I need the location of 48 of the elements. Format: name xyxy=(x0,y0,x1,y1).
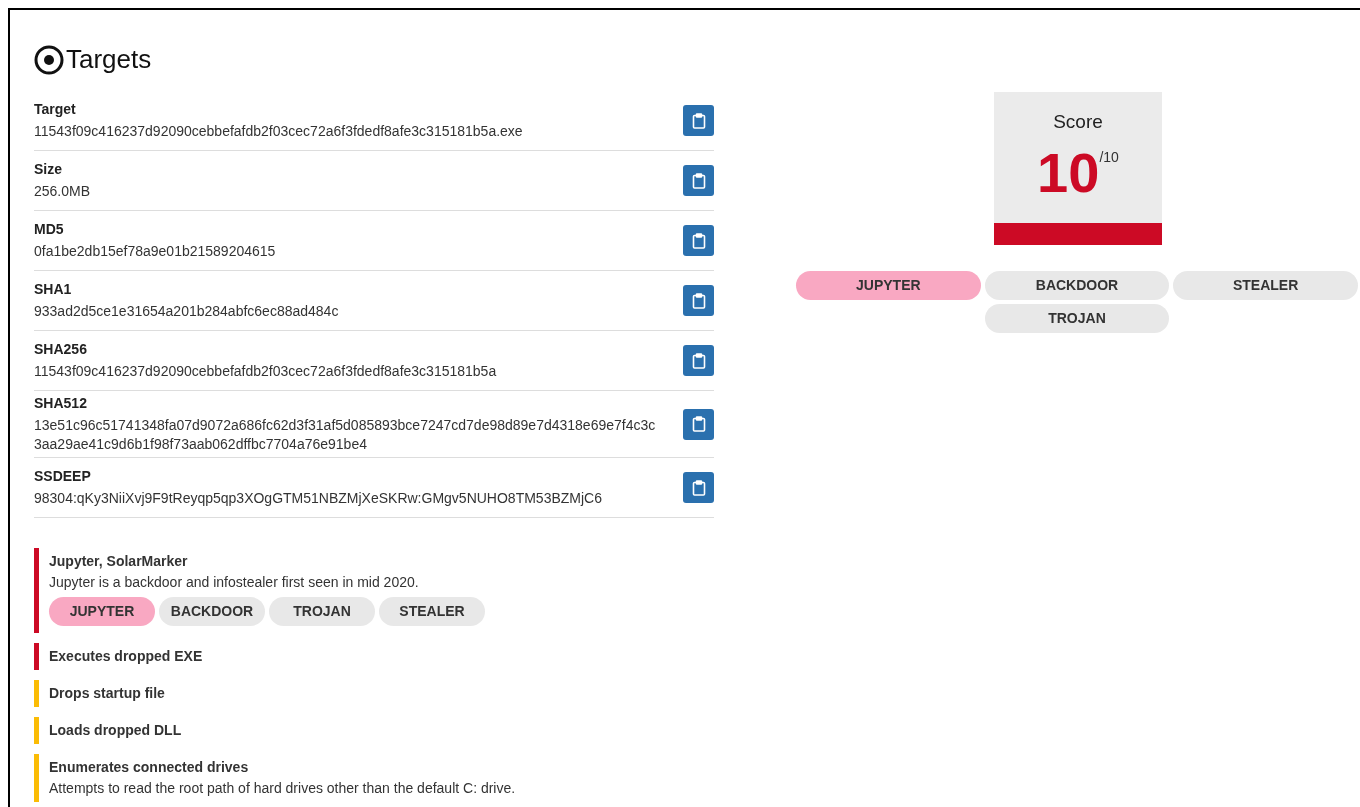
copy-button[interactable] xyxy=(683,408,714,440)
field-value: 933ad2d5ce1e31654a201b284abfc6ec88ad484c xyxy=(34,302,340,321)
clipboard-icon xyxy=(691,112,706,129)
field-label: MD5 xyxy=(34,220,65,239)
signature-title: Executes dropped EXE xyxy=(49,647,203,666)
clipboard-icon xyxy=(691,416,706,432)
field-value: 98304:qKy3NiiXvj9F9tReyqp5qp3XOgGTM51NBZMjXeSKRw:GMgv5NUHO8TM53BZMjC6 xyxy=(34,489,603,508)
signature-title: Loads dropped DLL xyxy=(49,721,182,740)
field-value: 13e51c96c51741348fa07d9072a686fc62d3f31af5d085893bce7247cd7de98d89e7d4318e69e7f4c3c3aa29ae41c9d6b1f98f73aab062dffbc7704a76e91be4 xyxy=(34,416,657,454)
copy-button[interactable] xyxy=(683,225,714,256)
clipboard-icon xyxy=(691,292,706,309)
field-value: 11543f09c416237d92090cebbefafdb2f03cec72a6f3fdedf8afe3c315181b5a.exe xyxy=(34,122,524,141)
tag: JUPYTER xyxy=(796,270,981,300)
field-label: SSDEEP xyxy=(34,467,92,486)
field-label: SHA1 xyxy=(34,280,73,299)
tag: STEALER xyxy=(379,597,485,626)
field-label: SHA256 xyxy=(34,340,88,359)
tag: BACKDOOR xyxy=(984,270,1170,300)
tag: JUPYTER xyxy=(49,597,155,626)
signature-description: Jupyter is a backdoor and infostealer first seen in mid 2020. xyxy=(49,573,420,592)
field-value: 0fa1be2db15ef78a9e01b21589204615 xyxy=(34,242,277,261)
signature-title: Enumerates connected drives xyxy=(49,758,250,777)
tag: STEALER xyxy=(1173,270,1358,300)
section-title: Targets xyxy=(66,43,152,76)
field-label: Size xyxy=(34,160,63,179)
tag: TROJAN xyxy=(984,303,1170,333)
score-max: /10 xyxy=(1099,147,1119,165)
score-label: Score xyxy=(1053,110,1103,134)
clipboard-icon xyxy=(691,232,706,249)
copy-button[interactable] xyxy=(683,345,714,376)
signature-description: Attempts to read the root path of hard drives other than the default C: drive. xyxy=(49,779,516,798)
clipboard-icon xyxy=(691,172,706,189)
copy-button[interactable] xyxy=(683,165,714,196)
tag: BACKDOOR xyxy=(159,597,265,626)
field-value: 256.0MB xyxy=(34,182,92,201)
field-label: Target xyxy=(34,100,77,119)
field-label: SHA512 xyxy=(34,394,88,413)
score-value: 10 xyxy=(1037,144,1100,201)
target-icon xyxy=(34,44,64,75)
signature-title: Jupyter, SolarMarker xyxy=(49,552,189,571)
field-value: 11543f09c416237d92090cebbefafdb2f03cec72a6f3fdedf8afe3c315181b5a xyxy=(34,362,498,381)
clipboard-icon xyxy=(691,479,706,496)
copy-button[interactable] xyxy=(683,285,714,316)
clipboard-icon xyxy=(691,352,706,369)
copy-button[interactable] xyxy=(683,472,714,503)
signature-title: Drops startup file xyxy=(49,684,165,703)
copy-button[interactable] xyxy=(683,105,714,136)
tag: TROJAN xyxy=(269,597,375,626)
